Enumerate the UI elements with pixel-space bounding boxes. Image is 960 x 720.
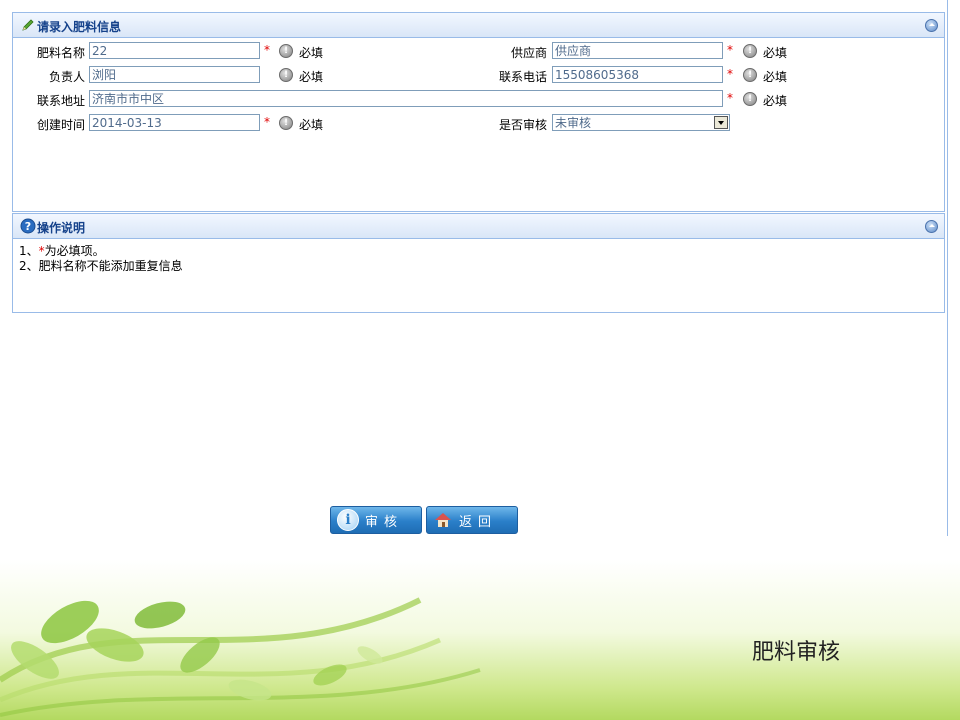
required-star: * <box>727 91 733 105</box>
info-icon: ! <box>743 44 757 58</box>
required-text: 必填 <box>299 70 324 84</box>
label-audited: 是否审核 <box>498 118 547 132</box>
form-panel-header: 请录入肥料信息 <box>13 13 944 38</box>
select-audited-value: 未审核 <box>555 116 592 130</box>
home-icon <box>435 513 451 527</box>
audit-button-label: 审核 <box>365 514 404 530</box>
help-line-1-suffix: 为必填项。 <box>44 244 105 258</box>
required-text: 必填 <box>763 70 788 84</box>
collapse-form-icon[interactable] <box>925 19 938 32</box>
svg-text:?: ? <box>25 220 31 233</box>
required-star: * <box>727 67 733 81</box>
required-text: 必填 <box>763 94 788 108</box>
required-text: 必填 <box>299 118 324 132</box>
back-button-label: 返回 <box>459 514 498 530</box>
input-address[interactable]: 济南市市中区 <box>89 90 723 107</box>
footer-title: 肥料审核 <box>752 640 841 665</box>
collapse-help-icon[interactable] <box>925 220 938 233</box>
label-name: 肥料名称 <box>36 46 85 60</box>
label-manager: 负责人 <box>48 70 85 84</box>
required-star: * <box>264 43 270 57</box>
info-icon: i <box>337 509 359 531</box>
info-icon: ! <box>279 116 293 130</box>
info-icon: ! <box>743 92 757 106</box>
form-panel-title: 请录入肥料信息 <box>37 20 122 34</box>
help-line-2: 2、肥料名称不能添加重复信息 <box>19 259 183 273</box>
help-panel-title: 操作说明 <box>37 221 86 235</box>
label-phone: 联系电话 <box>498 70 547 84</box>
pencil-icon <box>22 19 34 31</box>
required-text: 必填 <box>299 46 324 60</box>
required-star: * <box>264 115 270 129</box>
input-supplier[interactable]: 供应商 <box>552 42 723 59</box>
fertilizer-form-panel: 请录入肥料信息 肥料名称 22 * ! 必填 供应商 供应商 * ! 必填 负责… <box>12 12 945 212</box>
input-fertilizer-name[interactable]: 22 <box>89 42 260 59</box>
input-created-date[interactable]: 2014-03-13 <box>89 114 260 131</box>
right-border-line <box>947 0 948 536</box>
label-created: 创建时间 <box>36 118 85 132</box>
label-supplier: 供应商 <box>510 46 547 60</box>
help-panel: ? 操作说明 1、*为必填项。 2、肥料名称不能添加重复信息 <box>12 213 945 313</box>
help-line-1-prefix: 1、 <box>19 244 39 258</box>
info-icon: ! <box>279 68 293 82</box>
input-manager[interactable]: 浏阳 <box>89 66 260 83</box>
help-panel-header: ? 操作说明 <box>13 214 944 239</box>
back-button[interactable]: 返回 <box>426 506 518 534</box>
info-icon: ! <box>743 68 757 82</box>
audit-button[interactable]: i 审核 <box>330 506 422 534</box>
select-audited[interactable]: 未审核 <box>552 114 730 131</box>
info-icon: ! <box>279 44 293 58</box>
label-address: 联系地址 <box>36 94 85 108</box>
required-star: * <box>727 43 733 57</box>
chevron-down-icon[interactable] <box>714 116 728 129</box>
required-text: 必填 <box>763 46 788 60</box>
input-phone[interactable]: 15508605368 <box>552 66 723 83</box>
help-icon: ? <box>20 218 36 234</box>
